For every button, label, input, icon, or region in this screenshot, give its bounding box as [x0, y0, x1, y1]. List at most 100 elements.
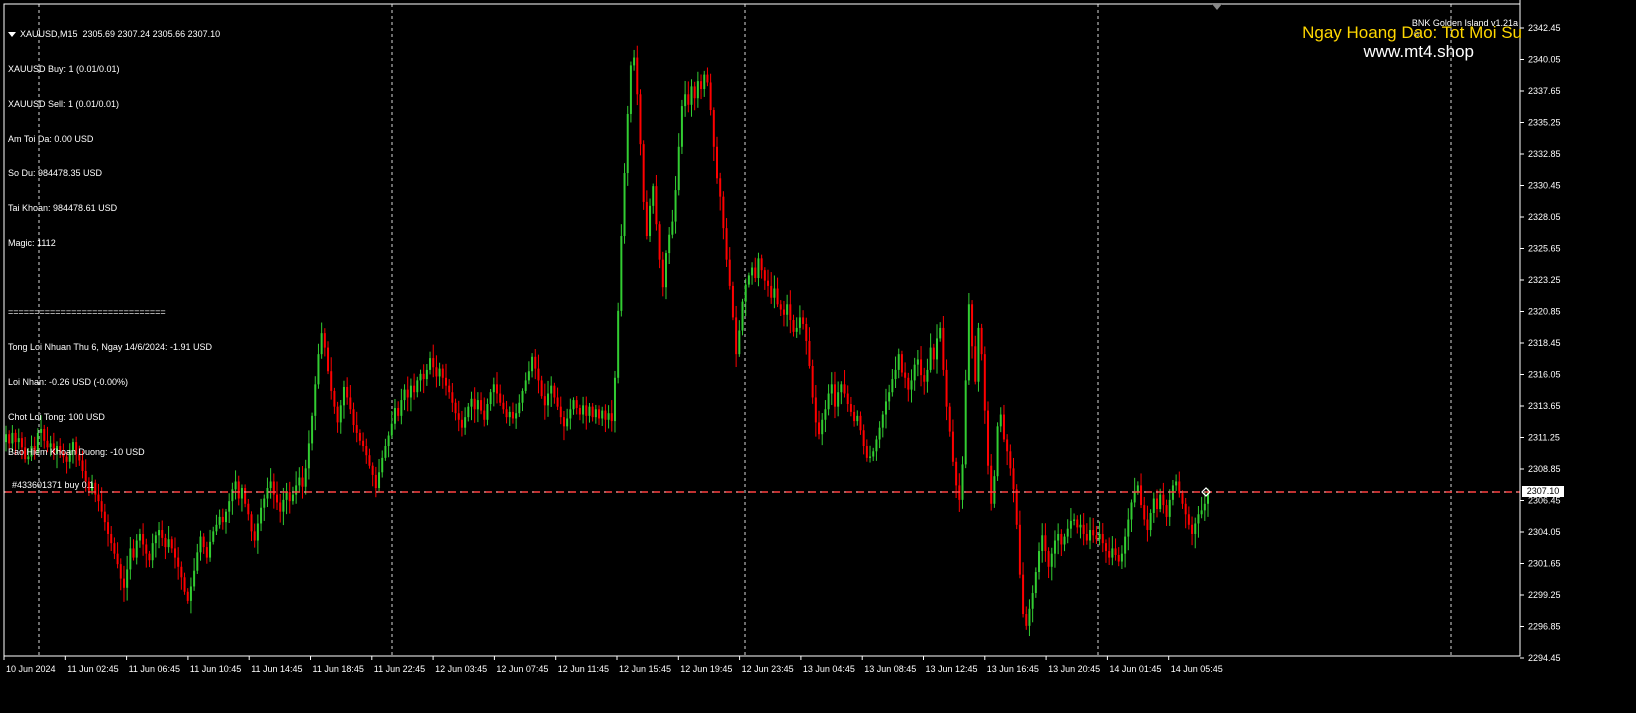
- candle-body: [1066, 528, 1069, 537]
- candle-body: [990, 465, 993, 504]
- candle-body: [971, 304, 974, 347]
- candle-body: [196, 552, 199, 571]
- candle-body: [119, 564, 122, 579]
- candle-body: [457, 413, 460, 420]
- candle-body: [1197, 514, 1200, 524]
- candle-body: [244, 488, 247, 504]
- price-tick-label: 2340.05: [1528, 55, 1561, 65]
- candle-body: [1108, 551, 1111, 558]
- candle-body: [94, 482, 97, 495]
- candle-body: [588, 406, 591, 416]
- candle-body: [180, 566, 183, 578]
- candle-body: [1159, 494, 1162, 510]
- candle-body: [279, 502, 282, 512]
- candle-body: [202, 536, 205, 548]
- candle-body: [269, 481, 272, 489]
- candle-body: [830, 384, 833, 394]
- candle-body: [862, 430, 865, 447]
- price-tick-label: 2332.85: [1528, 149, 1561, 159]
- candle-body: [939, 327, 942, 339]
- candle-body: [1028, 608, 1031, 626]
- candle-body: [945, 369, 948, 407]
- candle-body: [444, 377, 447, 386]
- candle-body: [1063, 536, 1066, 545]
- candle-body: [824, 409, 827, 420]
- candle-body: [792, 320, 795, 332]
- candle-body: [148, 553, 151, 561]
- candle-body: [193, 570, 196, 587]
- candle-body: [964, 380, 967, 465]
- candle-body: [770, 285, 773, 298]
- candle-body: [126, 569, 129, 588]
- candle-body: [154, 535, 157, 544]
- candle-body: [314, 384, 317, 416]
- candle-body: [1095, 535, 1098, 540]
- price-tick-label: 2335.25: [1528, 118, 1561, 128]
- candle-body: [397, 407, 400, 416]
- candle-body: [378, 472, 381, 489]
- candle-body: [642, 144, 645, 202]
- candle-body: [288, 491, 291, 502]
- candle-body: [534, 356, 537, 369]
- price-tick-label: 2299.25: [1528, 590, 1561, 600]
- candle-body: [661, 259, 664, 288]
- candle-body: [5, 434, 7, 443]
- candle-body: [585, 405, 588, 416]
- candle-body: [1012, 468, 1015, 490]
- candle-body: [263, 498, 266, 508]
- candle-body: [1079, 524, 1082, 528]
- candle-body: [623, 173, 626, 237]
- candle-body: [974, 346, 977, 382]
- price-tick-label: 2296.85: [1528, 622, 1561, 632]
- candle-body: [677, 146, 680, 191]
- candle-body: [1149, 512, 1152, 531]
- candle-body: [116, 553, 119, 565]
- price-tick-label: 2308.85: [1528, 464, 1561, 474]
- candle-body: [320, 333, 323, 355]
- candle-body: [381, 457, 384, 473]
- symbol-header[interactable]: XAUUSD,M15 2305.69 2307.24 2305.66 2307.…: [8, 29, 220, 41]
- candle-body: [1165, 505, 1168, 517]
- candle-body: [186, 591, 189, 601]
- time-tick-label: 13 Jun 08:45: [864, 664, 916, 674]
- candle-body: [904, 372, 907, 378]
- info-line: Tong Loi Nhuan Thu 6, Ngay 14/6/2024: -1…: [8, 342, 212, 353]
- candle-body: [789, 304, 792, 321]
- order-label[interactable]: #433601371 buy 0.1: [12, 480, 94, 490]
- candle-body: [910, 380, 913, 390]
- candle-body: [103, 511, 106, 523]
- candle-body: [502, 402, 505, 410]
- candle-body: [1044, 535, 1047, 552]
- time-tick-label: 11 Jun 22:45: [374, 664, 425, 674]
- candle-body: [610, 413, 613, 422]
- time-tick-label: 14 Jun 01:45: [1109, 664, 1161, 674]
- candle-body: [700, 81, 703, 90]
- candle-body: [575, 400, 578, 408]
- candle-body: [878, 427, 881, 440]
- candle-body: [668, 234, 671, 254]
- price-chart[interactable]: 2342.45 2340.05 2337.65 2335.25 2332.85 2330.…: [0, 0, 1636, 713]
- candle-body: [1018, 524, 1021, 575]
- candle-body: [808, 341, 811, 366]
- candle-body: [476, 400, 479, 410]
- candle-body: [798, 317, 801, 328]
- price-tick-label: 2328.05: [1528, 212, 1561, 222]
- candle-body: [199, 536, 202, 553]
- candle-body: [403, 389, 406, 401]
- chart-shift-icon[interactable]: [1212, 4, 1222, 10]
- candle-body: [113, 543, 116, 554]
- candle-body: [170, 539, 173, 549]
- candle-body: [470, 398, 473, 407]
- candle-body: [1041, 535, 1044, 552]
- candle-body: [840, 384, 843, 393]
- info-line: So Du: 984478.35 USD: [8, 168, 103, 179]
- candle-body: [1117, 554, 1120, 562]
- candle-body: [346, 386, 349, 398]
- candle-body: [719, 178, 722, 197]
- symbol-line: XAUUSD,M15 2305.69 2307.24 2305.66 2307.…: [20, 29, 221, 40]
- candle-body: [747, 275, 750, 285]
- dropdown-triangle-icon[interactable]: [8, 32, 16, 38]
- candle-body: [613, 377, 616, 422]
- candle-body: [1060, 533, 1063, 545]
- time-tick-label: 12 Jun 19:45: [680, 664, 732, 674]
